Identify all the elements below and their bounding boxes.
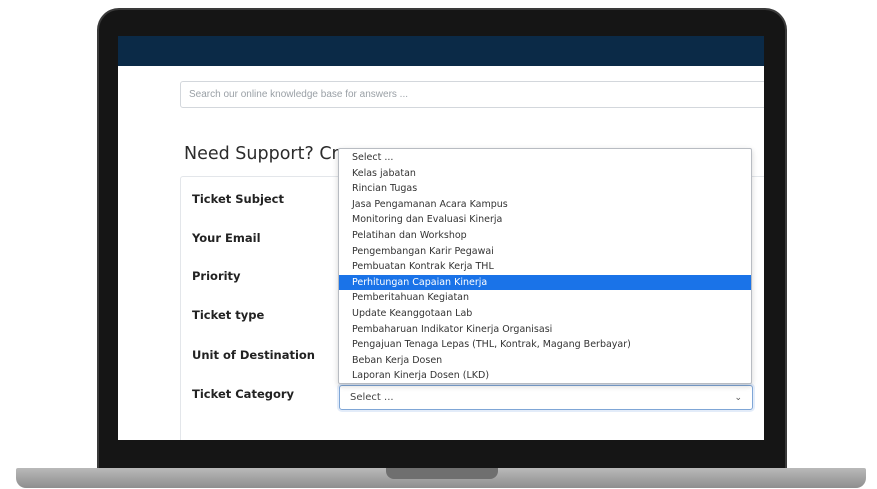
knowledge-base-search-input[interactable]: [180, 81, 764, 108]
dropdown-option[interactable]: Jasa Pengamanan Acara Kampus: [339, 197, 751, 213]
dropdown-option[interactable]: Beban Kerja Dosen: [339, 353, 751, 369]
ticket-category-select[interactable]: Select ... ⌄: [339, 385, 753, 410]
dropdown-option[interactable]: Select ...: [339, 150, 751, 166]
top-navigation-bar: [118, 36, 764, 66]
dropdown-option[interactable]: Pengajuan Tenaga Lepas (THL, Kontrak, Ma…: [339, 337, 751, 353]
dropdown-option[interactable]: Pelatihan dan Workshop: [339, 228, 751, 244]
ticket-subject-label: Ticket Subject: [192, 192, 284, 206]
dropdown-option[interactable]: Pembuatan Kontrak Kerja THL: [339, 259, 751, 275]
ticket-category-dropdown[interactable]: Select ... Kelas jabatan Rincian Tugas J…: [338, 148, 752, 384]
dropdown-option[interactable]: Monitoring dan Evaluasi Kinerja: [339, 212, 751, 228]
dropdown-option[interactable]: Pembaharuan Indikator Kinerja Organisasi: [339, 322, 751, 338]
priority-label: Priority: [192, 269, 241, 283]
unit-of-destination-label: Unit of Destination: [192, 348, 315, 362]
ticket-category-label: Ticket Category: [192, 387, 295, 401]
dropdown-option[interactable]: Pengembangan Karir Pegawai: [339, 244, 751, 260]
ticket-type-label: Ticket type: [192, 308, 265, 322]
dropdown-option[interactable]: Laporan Kinerja Dosen (LKD): [339, 368, 751, 384]
chevron-down-icon: ⌄: [734, 392, 742, 403]
your-email-label: Your Email: [192, 231, 261, 245]
dropdown-option-highlighted[interactable]: Perhitungan Capaian Kinerja: [339, 274, 751, 291]
dropdown-option[interactable]: Kelas jabatan: [339, 166, 751, 182]
ticket-category-select-value: Select ...: [350, 392, 394, 403]
dropdown-option[interactable]: Pemberitahuan Kegiatan: [339, 290, 751, 306]
dropdown-option[interactable]: Update Keanggotaan Lab: [339, 306, 751, 322]
page-title: Need Support? Create Ticket: [184, 144, 354, 164]
dropdown-option[interactable]: Rincian Tugas: [339, 181, 751, 197]
laptop-notch: [386, 468, 498, 479]
browser-screen: Need Support? Create Ticket Ticket Subje…: [118, 36, 764, 440]
